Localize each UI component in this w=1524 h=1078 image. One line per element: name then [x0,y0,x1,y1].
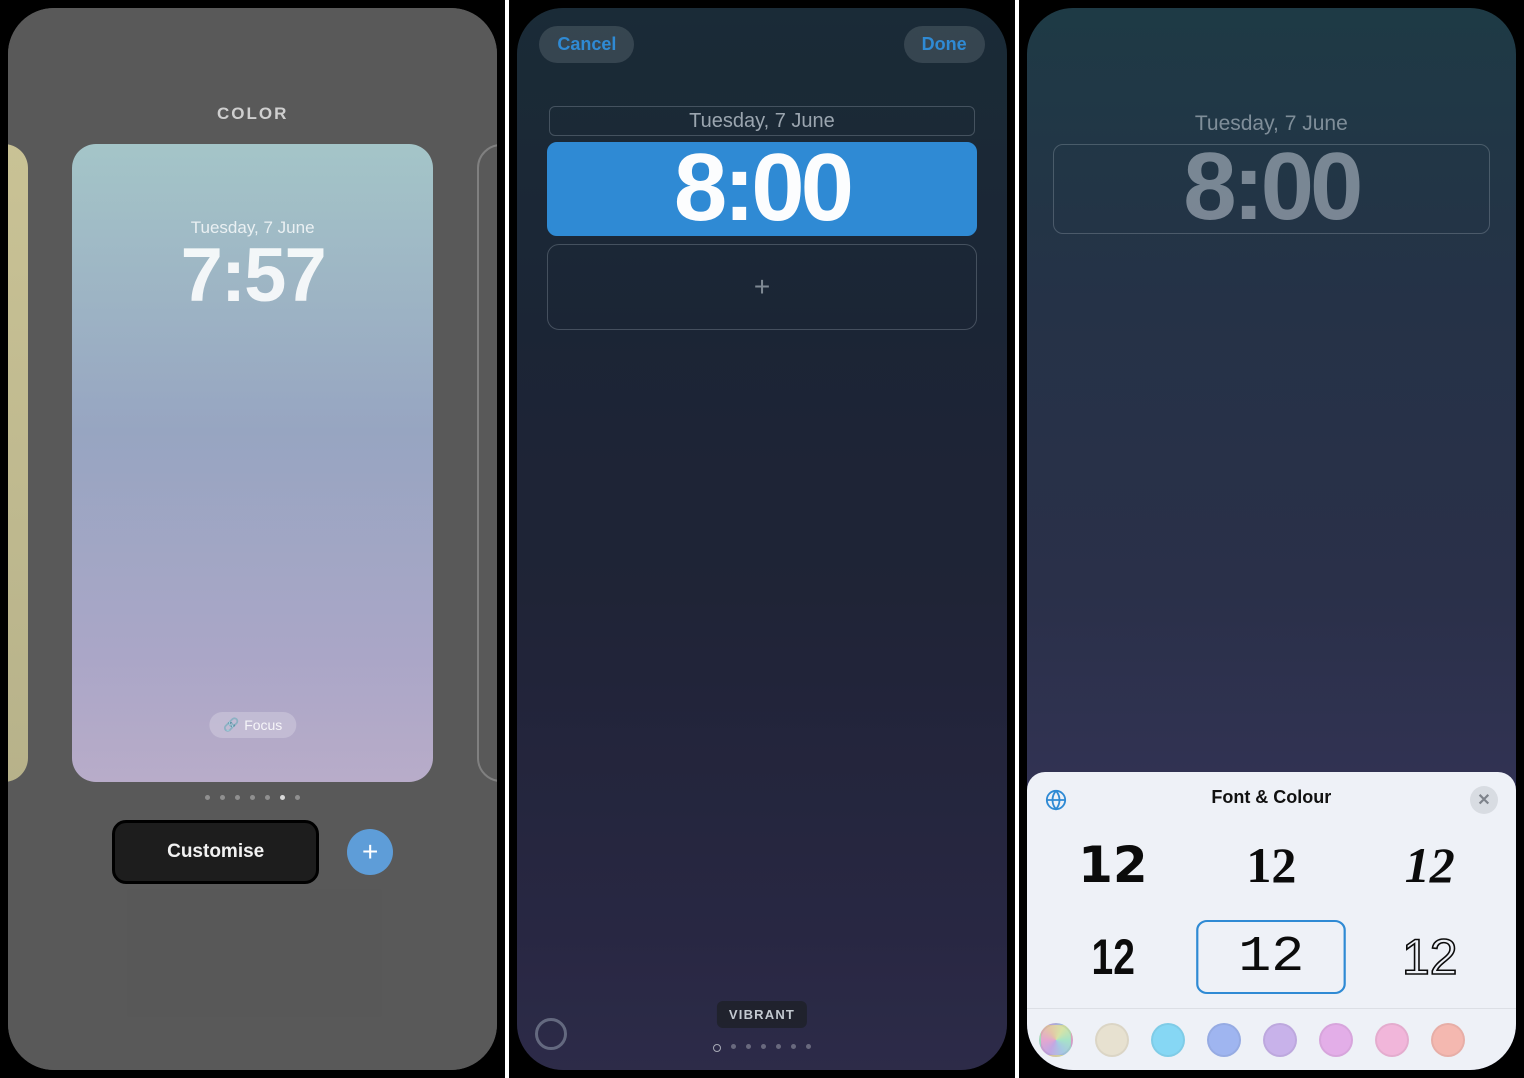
colour-swatch[interactable] [1431,1023,1465,1057]
add-widget-slot[interactable]: + [547,244,976,330]
colour-swatch-gradient[interactable] [1039,1023,1073,1057]
color-style-label: VIBRANT [717,1001,807,1028]
dot [731,1044,736,1049]
dot [205,795,210,800]
date-text: Tuesday, 7 June [689,110,835,133]
colour-swatch[interactable] [1151,1023,1185,1057]
dot [806,1044,811,1049]
dot [761,1044,766,1049]
wallpaper-peek-next[interactable] [477,144,497,782]
dot [791,1044,796,1049]
done-button[interactable]: Done [904,26,985,63]
panel-lockscreen-editor: Cancel Done Tuesday, 7 June 8:00 + VIBRA… [509,0,1014,1078]
font-colour-sheet: Font & Colour ✕ 12 12 12 12 12 [1027,772,1516,1070]
focus-label: Focus [244,717,282,733]
dot [746,1044,751,1049]
colour-swatch[interactable] [1095,1023,1129,1057]
panel2-surface: Cancel Done Tuesday, 7 June 8:00 + VIBRA… [517,8,1006,1070]
link-icon: 🔗 [223,717,239,733]
dot [220,795,225,800]
wallpaper-bottom-actions: Customise + [8,820,497,884]
editor-top-bar: Cancel Done [539,26,984,63]
font-option-4[interactable]: 12 [1060,920,1166,994]
colour-swatch[interactable] [1207,1023,1241,1057]
font-option-1[interactable]: 12 [1045,828,1181,902]
cancel-button[interactable]: Cancel [539,26,634,63]
font-option-2[interactable]: 12 [1203,828,1339,902]
wallpaper-category-label: COLOR [8,104,497,124]
dot [776,1044,781,1049]
font-option-6[interactable]: 12 [1362,920,1498,994]
colour-swatch[interactable] [1263,1023,1297,1057]
time-widget-selected[interactable]: 8:00 [547,142,976,236]
panel-font-colour: Tuesday, 7 June 8:00 Font & Colour ✕ 12 [1019,0,1524,1078]
panel-wallpaper-gallery: COLOR Tuesday, 7 June 7:57 🔗 Focus Custo… [0,0,505,1078]
style-page-dots [517,1044,1006,1052]
wallpaper-preview-card[interactable]: Tuesday, 7 June 7:57 🔗 Focus [72,144,433,782]
sheet-title: Font & Colour [1027,787,1516,808]
customise-button[interactable]: Customise [112,820,319,884]
focus-pill[interactable]: 🔗 Focus [209,712,296,738]
font-option-3[interactable]: 12 [1362,828,1498,902]
dot [235,795,240,800]
dot-active [280,795,285,800]
lockscreen-time: 7:57 [72,232,433,319]
dot-outline [713,1044,721,1052]
wallpaper-peek-prev[interactable] [8,144,28,782]
plus-icon: + [362,836,378,868]
dot [265,795,270,800]
plus-icon: + [754,271,770,303]
font-option-5-selected[interactable]: 12 [1196,920,1346,994]
panel1-surface: COLOR Tuesday, 7 June 7:57 🔗 Focus Custo… [8,8,497,1070]
add-wallpaper-button[interactable]: + [347,829,393,875]
wallpaper-page-dots [8,795,497,800]
dot [295,795,300,800]
date-widget-slot[interactable]: Tuesday, 7 June [549,106,974,136]
colour-swatch[interactable] [1375,1023,1409,1057]
lockscreen-time-frame[interactable]: 8:00 [1053,144,1490,234]
font-options-grid: 12 12 12 12 12 12 [1045,828,1498,994]
dot [250,795,255,800]
panel3-surface: Tuesday, 7 June 8:00 Font & Colour ✕ 12 [1027,8,1516,1070]
colour-swatch-row[interactable] [1027,1008,1516,1070]
colour-swatch[interactable] [1319,1023,1353,1057]
